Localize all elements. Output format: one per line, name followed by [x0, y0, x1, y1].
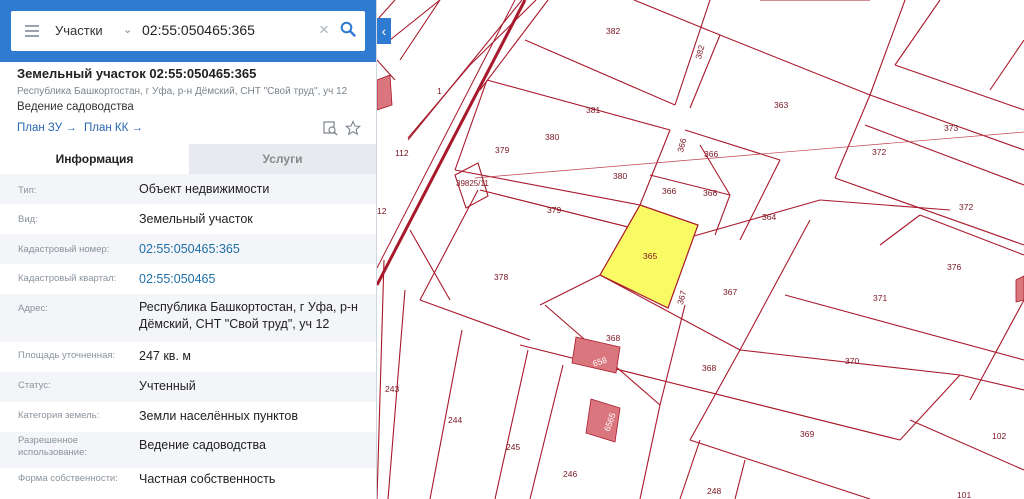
map-label: 363	[774, 100, 788, 110]
map-label: 376	[947, 262, 961, 272]
map-label: 372	[872, 147, 886, 157]
menu-icon[interactable]	[25, 25, 39, 37]
building-right	[1015, 275, 1024, 303]
map-label: 372	[959, 202, 973, 212]
row-value: Объект недвижимости	[139, 182, 270, 196]
map-label: 1	[437, 86, 442, 96]
search-box[interactable]: Участки ⌄ 02:55:050465:365 ×	[11, 11, 365, 51]
table-row: Кадастровый номер: 02:55:050465:365	[0, 234, 376, 264]
row-value: 247 кв. м	[139, 349, 191, 363]
map-label: 381	[586, 105, 600, 115]
map-label: 371	[873, 293, 887, 303]
table-row: Разрешенное использование: Ведение садов…	[0, 432, 376, 468]
plan-kk-link[interactable]: План КК →	[84, 122, 143, 134]
map-label: 373	[944, 123, 958, 133]
map-label: 369	[800, 429, 814, 439]
cadastral-number-link[interactable]: 02:55:050465:365	[139, 241, 367, 258]
map-label: 246	[563, 469, 577, 479]
map-label: 248	[707, 486, 721, 496]
map-label: 380	[613, 171, 627, 181]
table-row: Площадь уточненная: 247 кв. м	[0, 342, 376, 372]
row-label: Площадь уточненная:	[18, 350, 116, 361]
row-label: Кадастровый номер:	[18, 244, 110, 255]
info-panel: Участки ⌄ 02:55:050465:365 × Земельный у…	[0, 0, 377, 499]
row-value: Земли населённых пунктов	[139, 409, 298, 423]
row-label: Разрешенное использование:	[18, 435, 88, 458]
zoom-to-parcel-icon[interactable]	[323, 121, 338, 136]
search-type-select[interactable]: Участки	[55, 23, 103, 38]
table-row: Кадастровый квартал: 02:55:050465	[0, 264, 376, 294]
star-icon[interactable]	[345, 120, 361, 136]
table-row: Тип: Объект недвижимости	[0, 174, 376, 204]
collapse-panel-button[interactable]: ‹	[377, 18, 391, 44]
row-value: Частная собственность	[139, 472, 276, 486]
table-row: Вид: Земельный участок	[0, 204, 376, 234]
row-value: Учтенный	[139, 379, 196, 393]
search-input[interactable]: 02:55:050465:365	[142, 22, 255, 38]
map-label: 245	[506, 442, 520, 452]
map-label: 364	[762, 212, 776, 222]
map-label: 382	[606, 26, 620, 36]
map-label: 101	[957, 490, 971, 499]
map-label: 366	[662, 186, 676, 196]
map-label: 244	[448, 415, 462, 425]
map-label: 366	[703, 188, 717, 198]
building-left	[376, 74, 393, 111]
map-label: 368	[702, 363, 716, 373]
cadastral-quarter-link[interactable]: 02:55:050465	[139, 271, 367, 288]
search-bar: Участки ⌄ 02:55:050465:365 ×	[0, 0, 376, 62]
row-label: Статус:	[18, 380, 51, 391]
map-label: 366	[704, 149, 718, 159]
map-label: 368	[606, 333, 620, 343]
map-label: 379	[495, 145, 509, 155]
parcel-use: Ведение садоводства	[17, 101, 134, 113]
parcel-title: Земельный участок 02:55:050465:365	[17, 66, 257, 81]
row-label: Адрес:	[18, 303, 48, 314]
row-label: Категория земель:	[18, 410, 100, 421]
map-label: 12	[377, 206, 387, 216]
row-label: Тип:	[18, 185, 37, 196]
map-label: 379	[547, 205, 561, 215]
map-label: 102	[992, 431, 1006, 441]
plan-zu-link[interactable]: План ЗУ →	[17, 122, 77, 134]
row-label: Кадастровый квартал:	[18, 273, 117, 284]
row-value: Земельный участок	[139, 212, 253, 226]
close-icon[interactable]: ×	[319, 20, 329, 40]
map-label: 243	[385, 384, 399, 394]
table-row: Адрес: Республика Башкортостан, г Уфа, р…	[0, 294, 376, 342]
map-label: 380	[545, 132, 559, 142]
map-label: 378	[494, 272, 508, 282]
row-value: Республика Башкортостан, г Уфа, р-н Дёмс…	[139, 300, 358, 331]
parcel-address: Республика Башкортостан, г Уфа, р-н Дёмс…	[17, 86, 348, 97]
tabs: Информация Услуги	[0, 144, 376, 174]
tab-services[interactable]: Услуги	[189, 144, 376, 174]
table-row: Форма собственности: Частная собственнос…	[0, 468, 376, 499]
table-row: Категория земель: Земли населённых пункт…	[0, 402, 376, 432]
map-label: 367	[723, 287, 737, 297]
chevron-down-icon[interactable]: ⌄	[123, 23, 132, 36]
map-label: 365	[643, 251, 657, 261]
map-label: 39825/11	[456, 179, 489, 188]
search-icon[interactable]	[340, 21, 356, 37]
row-label: Вид:	[18, 214, 38, 225]
map-label: 112	[395, 148, 409, 158]
tab-info[interactable]: Информация	[0, 144, 189, 174]
row-label: Форма собственности:	[18, 473, 118, 484]
map-label: 370	[845, 356, 859, 366]
row-value: Ведение садоводства	[139, 438, 266, 452]
table-row: Статус: Учтенный	[0, 372, 376, 402]
